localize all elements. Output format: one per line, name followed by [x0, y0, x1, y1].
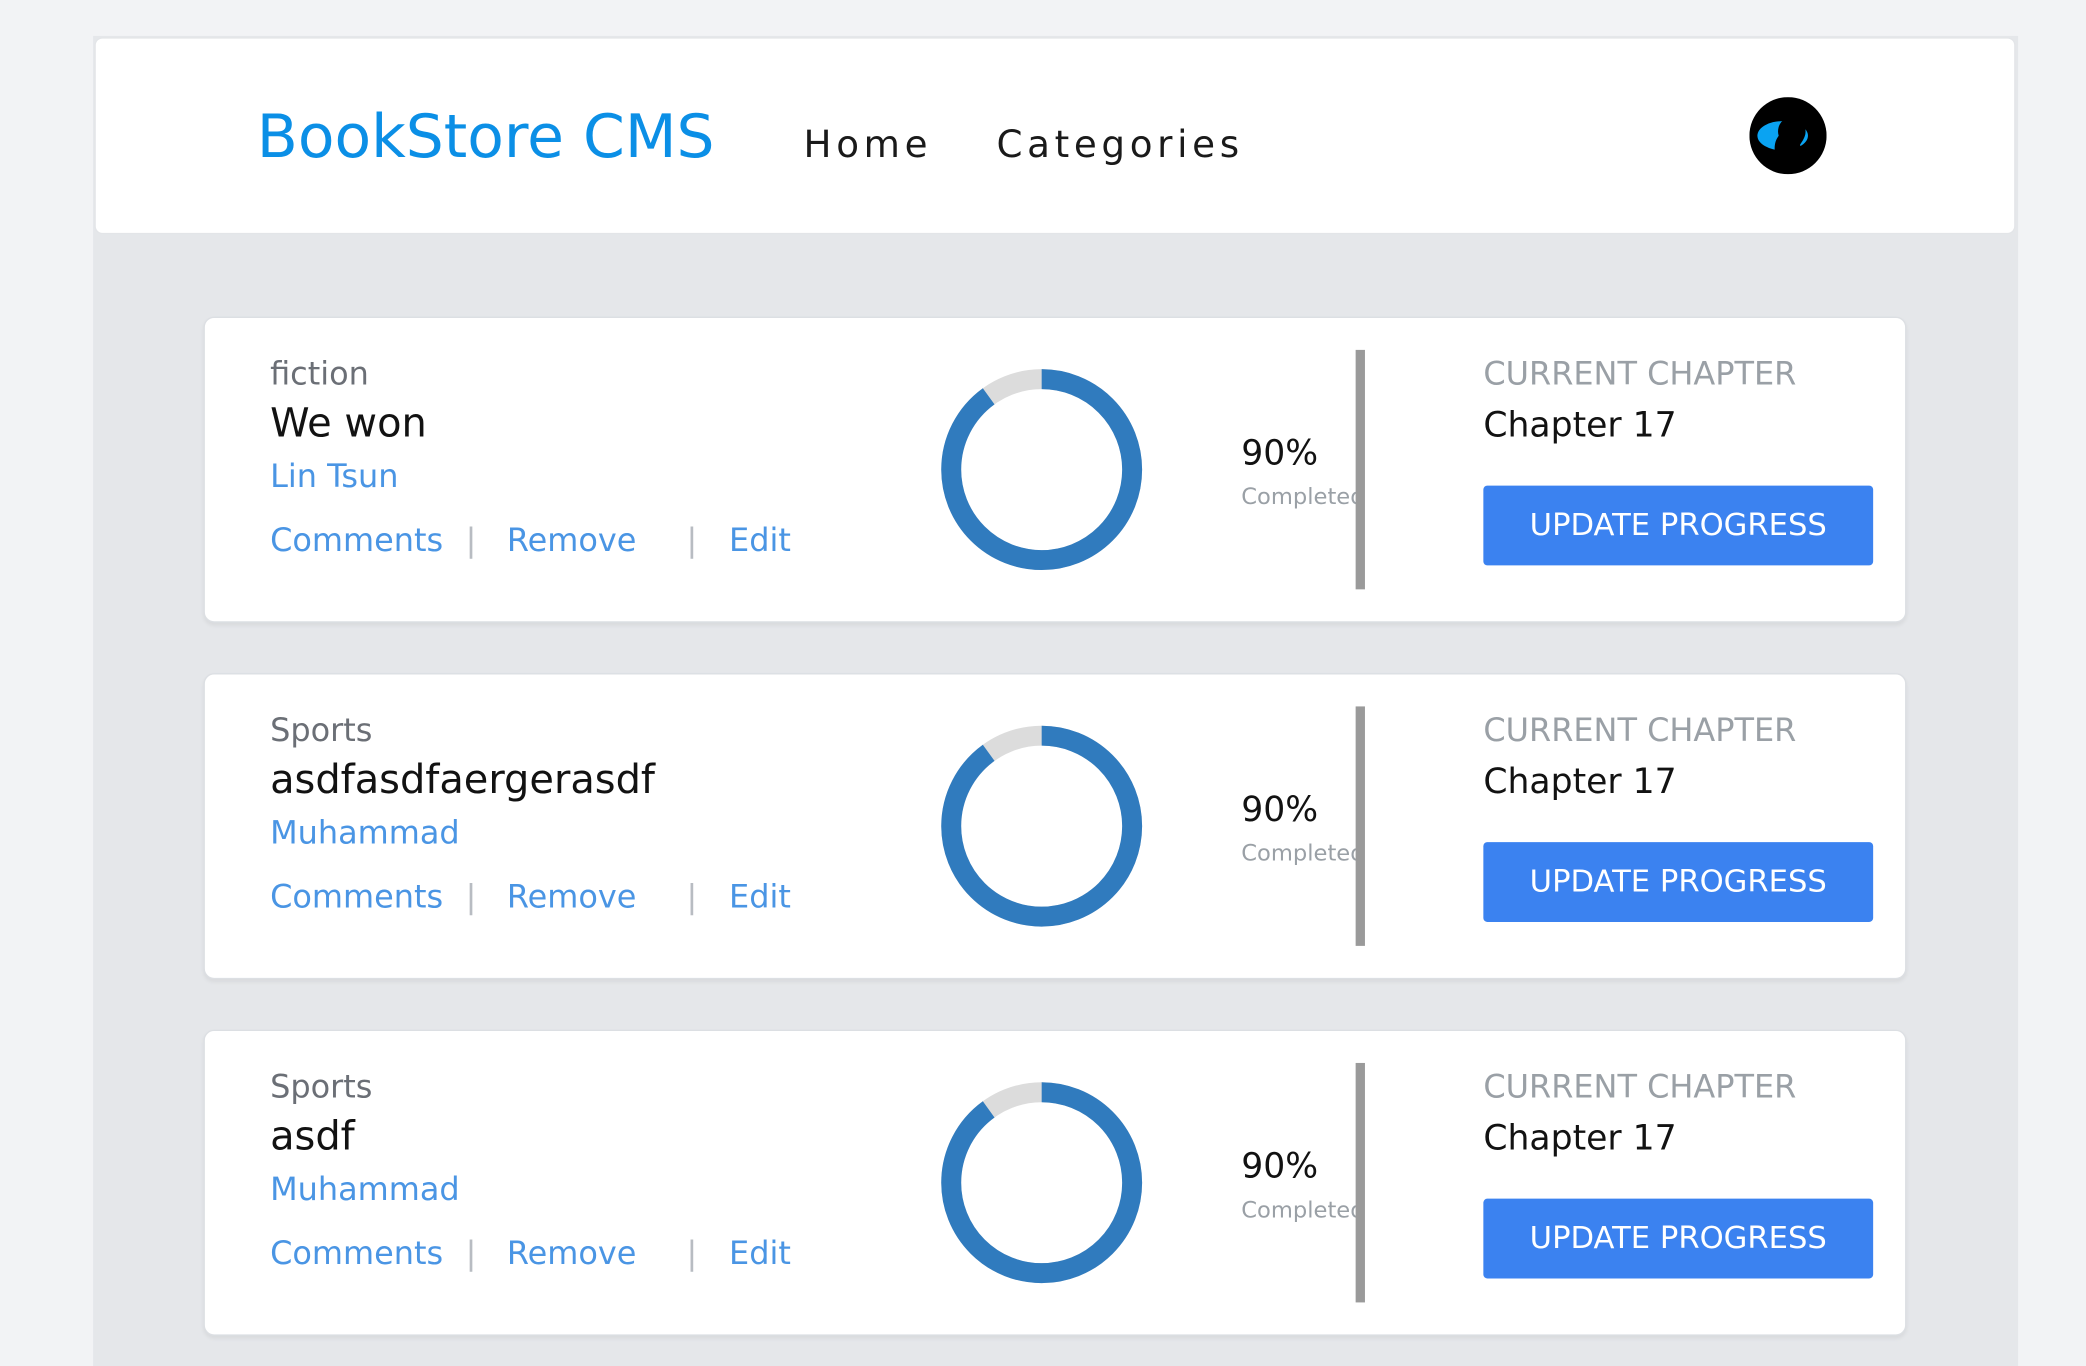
remove-button[interactable]: Remove [507, 877, 637, 917]
action-separator: | [465, 878, 477, 916]
book-author[interactable]: Muhammad [270, 1169, 460, 1209]
progress-completed-label: Completed [1241, 840, 1365, 868]
current-chapter-label: CURRENT CHAPTER [1483, 1068, 1797, 1106]
card-divider [1355, 349, 1365, 590]
progress-percent: 90% [1241, 1146, 1319, 1187]
book-title: asdf [270, 1113, 355, 1161]
progress-arc [941, 369, 1143, 571]
action-separator: | [686, 521, 698, 559]
progress-ring-icon [941, 725, 1143, 927]
book-card: fiction We won Lin Tsun Comments | Remov… [203, 316, 1907, 623]
action-separator: | [686, 878, 698, 916]
book-card: Sports asdf Muhammad Comments | Remove |… [203, 1029, 1907, 1336]
current-chapter-value: Chapter 17 [1483, 1118, 1677, 1159]
current-chapter-value: Chapter 17 [1483, 762, 1677, 803]
update-progress-button[interactable]: UPDATE PROGRESS [1483, 1198, 1874, 1279]
current-chapter-value: Chapter 17 [1483, 405, 1677, 446]
book-category: Sports [270, 711, 373, 749]
comments-button[interactable]: Comments [270, 877, 443, 917]
book-author[interactable]: Lin Tsun [270, 456, 398, 496]
edit-button[interactable]: Edit [729, 1233, 791, 1273]
progress-percent: 90% [1241, 790, 1319, 831]
book-category: fiction [270, 355, 369, 393]
progress-completed-label: Completed [1241, 1197, 1365, 1224]
edit-button[interactable]: Edit [729, 520, 791, 560]
brand-logo-text[interactable]: BookStore CMS [257, 98, 715, 175]
edit-button[interactable]: Edit [729, 877, 791, 917]
book-title: We won [270, 400, 427, 448]
nav-home[interactable]: Home [804, 122, 933, 167]
comments-button[interactable]: Comments [270, 1233, 443, 1273]
progress-ring-icon [941, 1082, 1143, 1284]
comments-button[interactable]: Comments [270, 520, 443, 560]
user-avatar-button[interactable] [1749, 97, 1827, 175]
book-author[interactable]: Muhammad [270, 813, 460, 853]
book-category: Sports [270, 1068, 373, 1106]
book-title: asdfasdfaergerasdf [270, 756, 655, 804]
nav-categories[interactable]: Categories [996, 122, 1243, 167]
current-chapter-label: CURRENT CHAPTER [1483, 355, 1797, 393]
progress-ring-icon [941, 369, 1143, 571]
action-separator: | [686, 1234, 698, 1272]
book-card: Sports asdfasdfaergerasdf Muhammad Comme… [203, 673, 1907, 980]
action-separator: | [465, 1234, 477, 1272]
card-divider [1355, 706, 1365, 946]
remove-button[interactable]: Remove [507, 1233, 637, 1273]
update-progress-button[interactable]: UPDATE PROGRESS [1483, 485, 1874, 566]
action-separator: | [465, 521, 477, 559]
current-chapter-label: CURRENT CHAPTER [1483, 711, 1797, 749]
update-progress-button[interactable]: UPDATE PROGRESS [1483, 842, 1874, 922]
bookstore-app: BookStore CMS Home Categories fiction We… [0, 0, 2086, 1366]
progress-arc [941, 725, 1143, 927]
progress-arc [941, 1082, 1143, 1284]
progress-percent: 90% [1241, 433, 1319, 474]
remove-button[interactable]: Remove [507, 520, 637, 560]
progress-completed-label: Completed [1241, 484, 1365, 511]
card-divider [1355, 1062, 1365, 1303]
user-silhouette-icon [1749, 97, 1827, 175]
